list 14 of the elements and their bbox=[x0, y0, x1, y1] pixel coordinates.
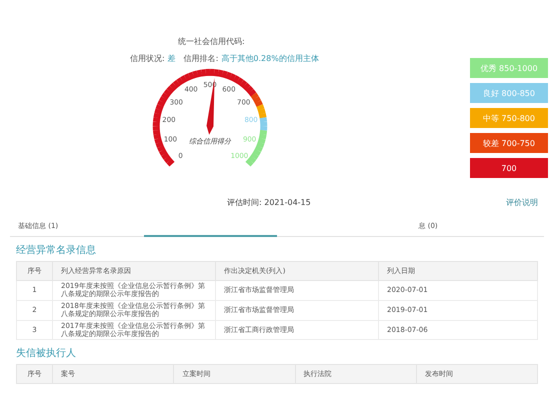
status-label: 信用状况: bbox=[130, 54, 165, 63]
evaluation-link[interactable]: 评价说明 bbox=[506, 196, 538, 208]
section-title: 经营异常名录信息 bbox=[16, 244, 97, 257]
code-label: 统一社会信用代码: bbox=[178, 36, 245, 47]
legend-item: 优秀 850-1000 bbox=[470, 58, 548, 78]
evaluation-time: 评估时间: 2021-04-15 bbox=[227, 196, 311, 208]
status-value: 差 bbox=[168, 54, 176, 63]
legend-item: 良好 800-850 bbox=[470, 83, 548, 103]
rank-value: 高于其他0.28%的信用主体 bbox=[221, 54, 319, 63]
legend-item: 700 bbox=[470, 158, 548, 178]
section-title: 失信被执行人 bbox=[16, 346, 77, 360]
legend-item: 中等 750-800 bbox=[470, 108, 548, 128]
legend-item: 较差 700-750 bbox=[470, 133, 548, 153]
rank-label: 信用排名: bbox=[184, 54, 218, 63]
